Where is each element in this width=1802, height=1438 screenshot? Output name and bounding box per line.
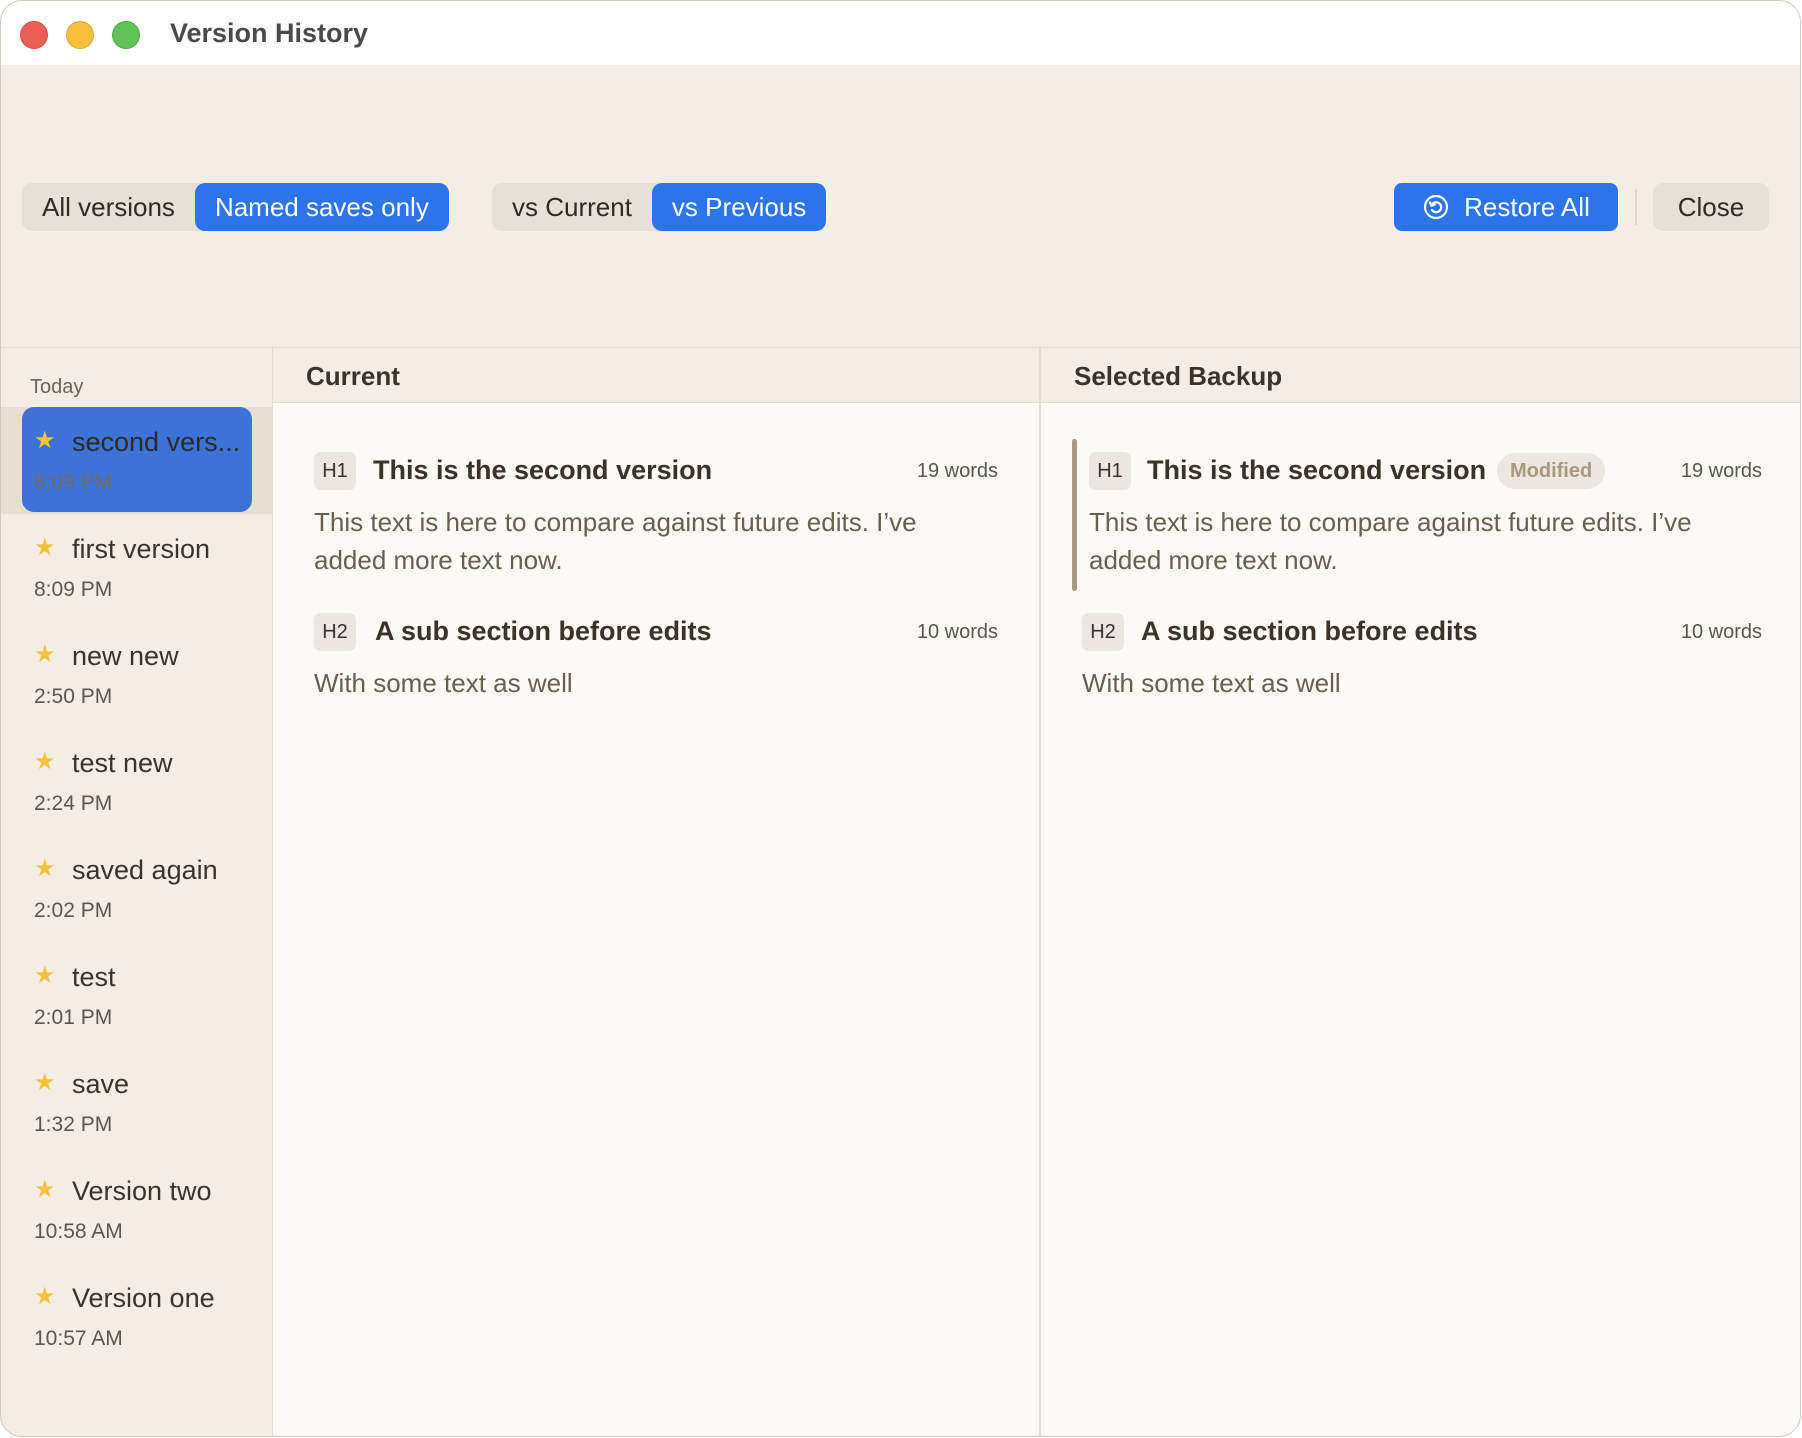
star-icon: ★: [34, 1176, 56, 1203]
version-item[interactable]: ★ saved again 2:02 PM: [1, 835, 272, 942]
filter-named-saves-only[interactable]: Named saves only: [194, 183, 449, 231]
version-item[interactable]: ★ test 2:01 PM: [1, 942, 272, 1049]
restore-all-button[interactable]: Restore All: [1394, 183, 1618, 231]
window-title: Version History: [170, 18, 369, 48]
filter-all-versions[interactable]: All versions: [22, 183, 195, 231]
star-icon: ★: [34, 962, 56, 989]
version-time: 2:24 PM: [34, 792, 113, 815]
change-indicator: [1072, 439, 1077, 591]
version-time: 2:02 PM: [34, 899, 113, 922]
current-pane-title: Current: [306, 361, 400, 391]
version-name: second vers...: [72, 427, 241, 457]
version-name: save: [72, 1069, 130, 1099]
section-title: This is the second version: [1147, 455, 1487, 485]
section-title: A sub section before edits: [375, 616, 712, 646]
compare-vs-previous[interactable]: vs Previous: [651, 183, 827, 231]
window-maximize-button[interactable]: [112, 21, 140, 49]
toolbar-divider: [1635, 189, 1637, 225]
star-icon: ★: [34, 641, 56, 668]
title-bar: Version History: [1, 1, 1800, 66]
current-pane: Current H1 This is the second version 19…: [273, 348, 1041, 1436]
filter-segmented-control: All versions Named saves only: [22, 183, 449, 231]
window-close-button[interactable]: [20, 21, 48, 49]
heading-level-badge: H1: [314, 452, 356, 490]
version-name: first version: [72, 534, 211, 564]
version-item[interactable]: ★ save 1:32 PM: [1, 1049, 272, 1156]
word-count: 10 words: [1680, 621, 1762, 643]
version-name: saved again: [72, 855, 218, 885]
section-text: This text is here to compare against fut…: [314, 507, 917, 575]
version-item[interactable]: ★ Version one 10:57 AM: [1, 1263, 272, 1370]
restore-all-label: Restore All: [1464, 191, 1590, 222]
version-item[interactable]: ★ second vers... 8:09 PM: [1, 407, 272, 514]
section-text: With some text as well: [1082, 668, 1341, 698]
section-title: A sub section before edits: [1141, 616, 1478, 646]
heading-level-badge: H1: [1089, 452, 1131, 490]
version-name: Version two: [72, 1176, 212, 1206]
current-pane-header: Current: [273, 348, 1039, 403]
selected-backup-pane: Selected Backup H1 This is the second ve…: [1041, 348, 1800, 1436]
version-time: 1:32 PM: [34, 1113, 113, 1136]
version-time: 8:09 PM: [34, 471, 113, 494]
version-item[interactable]: ★ first version 8:09 PM: [1, 514, 272, 621]
backup-pane-title: Selected Backup: [1074, 361, 1283, 391]
star-icon: ★: [34, 427, 56, 454]
compare-vs-current[interactable]: vs Current: [492, 183, 652, 231]
version-time: 8:09 PM: [34, 578, 113, 601]
version-name: Version one: [72, 1283, 215, 1313]
section-text: With some text as well: [314, 668, 573, 698]
selected-highlight: [22, 407, 252, 512]
star-icon: ★: [34, 748, 56, 775]
star-icon: ★: [34, 855, 56, 882]
close-button[interactable]: Close: [1653, 183, 1769, 231]
version-history-window: Version History All versions Named saves…: [0, 0, 1801, 1437]
version-item[interactable]: ★ Version two 10:58 AM: [1, 1156, 272, 1263]
version-time: 2:01 PM: [34, 1006, 113, 1029]
section-title: This is the second version: [373, 455, 713, 485]
version-time: 10:58 AM: [34, 1220, 123, 1243]
star-icon: ★: [34, 534, 56, 561]
version-time: 10:57 AM: [34, 1327, 123, 1350]
version-name: test new: [72, 748, 173, 778]
version-item[interactable]: ★ new new 2:50 PM: [1, 621, 272, 728]
star-icon: ★: [34, 1069, 56, 1096]
version-name: new new: [72, 641, 179, 671]
toolbar: All versions Named saves only vs Current…: [1, 65, 1800, 348]
heading-level-badge: H2: [314, 613, 356, 651]
compare-segmented-control: vs Current vs Previous: [492, 183, 827, 231]
version-item[interactable]: ★ test new 2:24 PM: [1, 728, 272, 835]
restore-icon: [1424, 194, 1449, 220]
star-icon: ★: [34, 1283, 56, 1310]
word-count: 19 words: [916, 460, 998, 482]
versions-sidebar: Today ★ second vers... 8:09 PM ★ first v…: [1, 348, 273, 1436]
heading-level-badge: H2: [1082, 613, 1124, 651]
word-count: 19 words: [1680, 460, 1762, 482]
section-text: This text is here to compare against fut…: [1089, 507, 1692, 575]
backup-pane-header: Selected Backup: [1041, 348, 1800, 403]
window-minimize-button[interactable]: [66, 21, 94, 49]
version-time: 2:50 PM: [34, 685, 113, 708]
version-name: test: [72, 962, 116, 992]
group-label-today: Today: [30, 376, 84, 398]
word-count: 10 words: [916, 621, 998, 643]
modified-badge: Modified: [1497, 453, 1606, 489]
